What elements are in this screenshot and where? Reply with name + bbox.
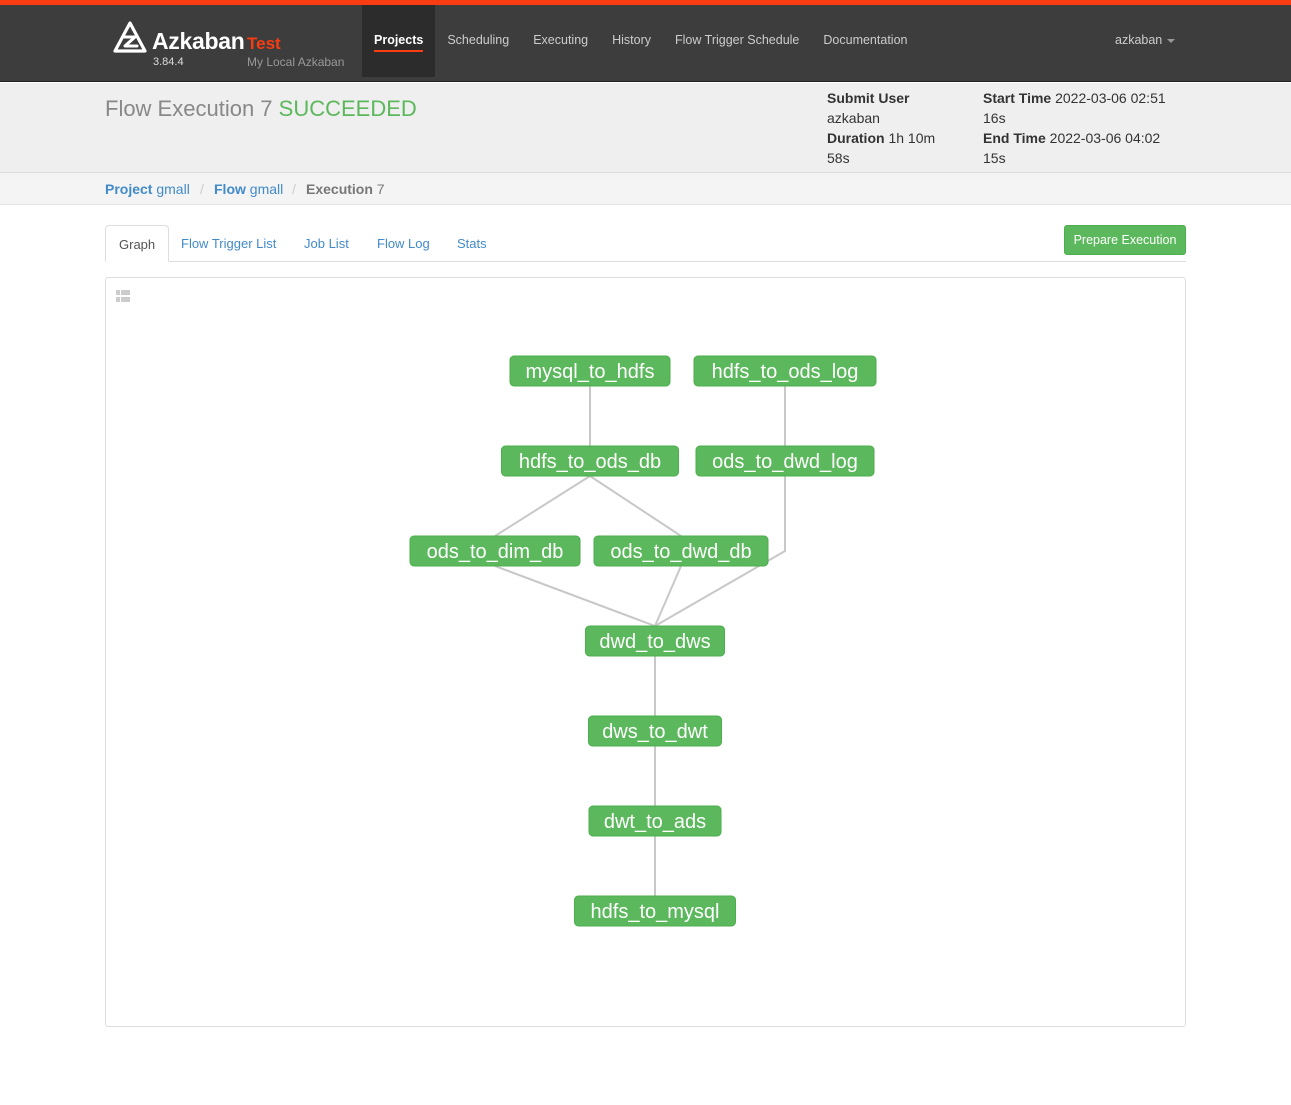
job-node-label: dwt_to_ads — [604, 811, 706, 833]
breadcrumb-flow-label: Flow — [214, 181, 246, 197]
job-node-label: dws_to_dwt — [602, 721, 708, 743]
nav-documentation-label: Documentation — [823, 33, 908, 47]
tab-flow-trigger-list-label: Flow Trigger List — [181, 236, 277, 251]
job-node-ods_to_dwd_db[interactable]: ods_to_dwd_db — [593, 535, 769, 567]
job-node-label: ods_to_dwd_log — [712, 451, 858, 473]
tab-flow-log[interactable]: Flow Log — [364, 225, 443, 262]
navbar: Azkaban Test 3.84.4 My Local Azkaban Pro… — [0, 5, 1291, 82]
breadcrumb: Project gmall / Flow gmall / Execution 7 — [0, 173, 1291, 205]
submit-user-value: azkaban — [827, 110, 880, 126]
execution-meta-right: Start Time 2022-03-06 02:51 16s End Time… — [983, 88, 1183, 168]
brand[interactable]: Azkaban Test 3.84.4 My Local Azkaban — [113, 21, 353, 71]
job-node-label: ods_to_dwd_db — [610, 541, 751, 563]
flow-graph: mysql_to_hdfs hdfs_to_ods_log hdfs_to_ods_… — [409, 355, 877, 927]
job-node-ods_to_dwd_log[interactable]: ods_to_dwd_log — [695, 445, 875, 477]
prepare-execution-button[interactable]: Prepare Execution — [1064, 225, 1186, 255]
caret-down-icon — [1167, 38, 1176, 43]
job-node-label: ods_to_dim_db — [427, 541, 564, 563]
graph-edge-hdfs_to_ods_db-to-ods_to_dwd_db — [589, 475, 682, 537]
azkaban-logo-icon — [113, 21, 147, 53]
nav-projects[interactable]: Projects — [362, 5, 436, 77]
duration-label: Duration — [827, 130, 885, 146]
job-node-dwt_to_ads[interactable]: dwt_to_ads — [588, 805, 722, 837]
execution-meta-left: Submit User azkaban Duration 1h 10m 58s — [827, 88, 957, 168]
breadcrumb-project[interactable]: Project gmall — [105, 181, 190, 197]
user-name: azkaban — [1115, 33, 1163, 47]
graph-nodes: mysql_to_hdfs hdfs_to_ods_log hdfs_to_ods_… — [409, 355, 877, 927]
graph-edge-ods_to_dwd_db-to-dwd_to_dws — [654, 565, 682, 627]
execution-header: Flow Execution 7 SUCCEEDED Submit User a… — [0, 83, 1291, 173]
nav-executing-label: Executing — [533, 33, 589, 47]
job-node-label: hdfs_to_ods_db — [519, 451, 661, 473]
job-node-mysql_to_hdfs[interactable]: mysql_to_hdfs — [509, 355, 671, 387]
job-node-label: mysql_to_hdfs — [526, 361, 655, 383]
breadcrumb-execution: Execution 7 — [306, 181, 385, 197]
nav-history-label: History — [612, 33, 652, 47]
main-nav: Projects Scheduling Executing History Fl… — [362, 5, 919, 77]
job-node-ods_to_dim_db[interactable]: ods_to_dim_db — [409, 535, 581, 567]
breadcrumb-flow[interactable]: Flow gmall — [214, 181, 283, 197]
tab-graph-label: Graph — [119, 237, 156, 252]
breadcrumb-project-label: Project — [105, 181, 153, 197]
breadcrumb-execution-label: Execution — [306, 181, 373, 197]
breadcrumb-separator: / — [292, 181, 296, 197]
execution-tabs: Graph Flow Trigger List Job List Flow Lo… — [105, 225, 1186, 262]
brand-name: Azkaban — [152, 28, 245, 54]
graph-edge-hdfs_to_ods_db-to-ods_to_dim_db — [494, 475, 591, 537]
execution-title: Flow Execution 7 — [105, 96, 273, 121]
job-node-label: hdfs_to_ods_log — [712, 361, 859, 383]
breadcrumb-flow-link[interactable]: Flow gmall — [214, 181, 283, 197]
nav-scheduling[interactable]: Scheduling — [435, 5, 521, 77]
job-node-hdfs_to_ods_db[interactable]: hdfs_to_ods_db — [501, 445, 679, 477]
job-node-label: dwd_to_dws — [599, 631, 710, 653]
nav-history[interactable]: History — [600, 5, 663, 77]
flow-graph-panel: mysql_to_hdfs hdfs_to_ods_log hdfs_to_ods_… — [105, 277, 1186, 1027]
tab-stats[interactable]: Stats — [444, 225, 500, 262]
nav-flow-trigger-schedule-label: Flow Trigger Schedule — [675, 33, 800, 47]
job-node-hdfs_to_mysql[interactable]: hdfs_to_mysql — [574, 895, 736, 927]
end-time-label: End Time — [983, 130, 1046, 146]
brand-version: 3.84.4 — [153, 56, 184, 68]
nav-documentation[interactable]: Documentation — [811, 5, 919, 77]
breadcrumb-flow-name: gmall — [249, 181, 284, 197]
execution-status: SUCCEEDED — [278, 96, 417, 121]
brand-subtitle: My Local Azkaban — [247, 55, 345, 69]
breadcrumb-project-name: gmall — [156, 181, 190, 197]
nav-scheduling-label: Scheduling — [447, 33, 510, 47]
breadcrumb-separator: / — [200, 181, 204, 197]
nav-executing[interactable]: Executing — [521, 5, 600, 77]
job-node-label: hdfs_to_mysql — [591, 901, 720, 923]
breadcrumb-project-link[interactable]: Project gmall — [105, 181, 190, 197]
start-time-label: Start Time — [983, 90, 1052, 106]
page-title: Flow Execution 7 SUCCEEDED — [105, 96, 417, 122]
tab-job-list[interactable]: Job List — [291, 225, 362, 262]
tab-flow-trigger-list[interactable]: Flow Trigger List — [168, 225, 289, 262]
tab-job-list-label: Job List — [304, 236, 349, 251]
nav-flow-trigger-schedule[interactable]: Flow Trigger Schedule — [663, 5, 811, 77]
user-menu[interactable]: azkaban — [1115, 33, 1176, 47]
breadcrumb-execution-id: 7 — [376, 181, 385, 197]
brand-environment: Test — [247, 34, 281, 53]
job-node-dws_to_dwt[interactable]: dws_to_dwt — [588, 715, 722, 747]
nav-projects-label: Projects — [374, 33, 424, 52]
tab-graph[interactable]: Graph — [105, 225, 170, 262]
job-node-dwd_to_dws[interactable]: dwd_to_dws — [585, 625, 725, 657]
graph-edge-ods_to_dim_db-to-dwd_to_dws — [494, 565, 656, 627]
job-node-hdfs_to_ods_log[interactable]: hdfs_to_ods_log — [693, 355, 877, 387]
tab-flow-log-label: Flow Log — [377, 236, 430, 251]
tab-stats-label: Stats — [457, 236, 487, 251]
submit-user-label: Submit User — [827, 90, 910, 106]
